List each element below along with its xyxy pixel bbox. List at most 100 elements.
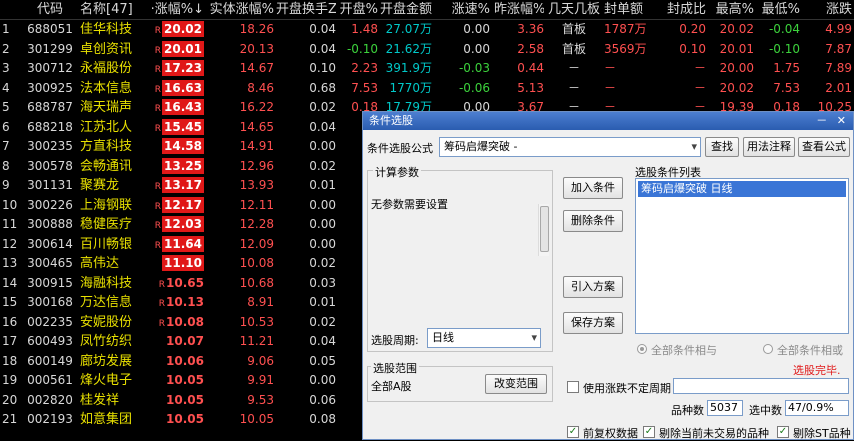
variable-period-checkbox[interactable] [567, 381, 579, 393]
header-seal-ratio[interactable]: 封成比 [658, 0, 706, 19]
stock-name-cell: 如意集团 [80, 412, 133, 427]
find-button[interactable]: 查找 [705, 137, 739, 157]
yesterday-pct-cell: 0.44 [517, 61, 544, 75]
add-condition-button[interactable]: 加入条件 [563, 177, 623, 199]
header-code[interactable]: 代码 [24, 0, 76, 19]
header-change-pct[interactable]: ·涨幅%↓ [150, 0, 204, 19]
hit-label: 选中数 [749, 404, 782, 417]
header-speed[interactable]: 涨速% [434, 0, 490, 19]
change-range-button[interactable]: 改变范围 [485, 374, 547, 394]
stock-code-cell: 688051 [27, 22, 73, 36]
view-formula-button[interactable]: 查看公式 [798, 137, 850, 157]
table-row[interactable]: 2 301299 卓创资讯 R 20.01 20.13 0.04 -0.10 21.62万 0.0… [0, 40, 854, 59]
radio-or[interactable] [763, 344, 773, 354]
seal-ratio-cell: － [693, 80, 706, 95]
open-pct-cell: 1.48 [351, 22, 378, 36]
variable-period-input[interactable] [673, 378, 849, 394]
high-pct-cell: 20.02 [719, 22, 754, 36]
change-pct-value: 16.43 [162, 99, 204, 115]
save-scheme-button[interactable]: 保存方案 [563, 312, 623, 334]
period-select[interactable]: 日线 ▾ [427, 328, 541, 348]
stock-name-cell: 江苏北人 [80, 119, 133, 135]
row-index-cell: 4 [2, 80, 10, 95]
period-label: 选股周期: [371, 334, 419, 347]
window-controls-icon[interactable]: － ✕ [816, 112, 849, 130]
row-index-cell: 14 [2, 275, 18, 290]
row-index-cell: 1 [2, 22, 10, 36]
radio-and-label: 全部条件相与 [651, 344, 717, 357]
stock-name-cell: 万达信息 [80, 295, 133, 310]
body-pct-cell: 13.93 [239, 178, 274, 192]
change-pct-cell: 10.07 [150, 332, 204, 351]
table-row[interactable]: 4 300925 法本信息 R 16.63 8.46 0.68 7.53 1770万 -0.06 5… [0, 79, 854, 98]
stock-name-cell: 上海钢联 [80, 197, 133, 213]
row-index-cell: 5 [2, 100, 10, 114]
margin-trade-icon: R [154, 45, 162, 56]
body-pct-cell: 12.11 [239, 197, 274, 212]
header-name[interactable]: 名称[47] [80, 0, 146, 19]
remove-st-checkbox[interactable]: ✓ [777, 426, 789, 438]
open-turnover-cell: 0.00 [309, 236, 336, 251]
open-turnover-cell: 0.10 [309, 61, 336, 75]
change-pct-value: 10.65 [166, 275, 204, 290]
remove-untraded-checkbox[interactable]: ✓ [643, 426, 655, 438]
change-pct-cell: R 15.45 [150, 118, 204, 137]
row-index-cell: 15 [2, 295, 18, 309]
condition-list-item[interactable]: 筹码启爆突破 日线 [638, 181, 846, 197]
open-amount-cell: 27.07万 [385, 22, 432, 36]
condition-list[interactable]: 筹码启爆突破 日线 [635, 178, 849, 334]
prev-adjust-checkbox[interactable]: ✓ [567, 426, 579, 438]
change-pct-value: 10.13 [166, 295, 204, 309]
body-pct-cell: 11.21 [239, 334, 274, 348]
row-index-cell: 9 [2, 178, 10, 192]
body-pct-cell: 9.06 [247, 353, 274, 368]
formula-label: 条件选股公式 [367, 142, 433, 155]
header-open-amount[interactable]: 开盘金额 [380, 0, 432, 19]
row-index-cell: 17 [2, 334, 18, 348]
table-row[interactable]: 1 688051 佳华科技 R 20.02 18.26 0.04 1.48 27.07万 0.00… [0, 20, 854, 39]
row-index-cell: 20 [2, 392, 18, 407]
open-turnover-cell: 0.02 [309, 158, 336, 173]
change-pct-value: 20.01 [162, 40, 204, 57]
row-index-cell: 18 [2, 353, 18, 368]
board-days-cell: 首板 [561, 22, 586, 36]
row-index-cell: 3 [2, 61, 10, 75]
row-index-cell: 7 [2, 139, 10, 153]
stock-code-cell: 300578 [27, 158, 73, 173]
low-pct-cell: -0.10 [768, 41, 800, 56]
header-open-pct[interactable]: 开盘% [338, 0, 378, 19]
header-body-pct[interactable]: 实体涨幅% [206, 0, 274, 19]
high-pct-cell: 20.02 [719, 80, 754, 95]
header-index[interactable] [0, 0, 24, 19]
margin-trade-icon: R [154, 65, 162, 75]
row-index-cell: 10 [2, 197, 18, 212]
stock-name-cell: 廊坊发展 [80, 353, 133, 369]
stock-code-cell: 300915 [27, 275, 73, 290]
stock-code-cell: 000561 [27, 373, 73, 387]
count-label: 品种数 [671, 404, 704, 417]
params-scrollbar[interactable] [538, 204, 549, 256]
scrollbar-thumb[interactable] [540, 206, 549, 252]
change-pct-cell: R 12.17 [150, 196, 204, 215]
header-yesterday-pct[interactable]: 昨涨幅% [494, 0, 544, 19]
stock-name-cell: 安妮股份 [80, 314, 133, 330]
usage-notes-button[interactable]: 用法注释 [743, 137, 795, 157]
stock-name-cell: 烽火电子 [80, 373, 133, 388]
body-pct-cell: 14.65 [239, 119, 274, 134]
header-low-pct[interactable]: 最低% [756, 0, 800, 19]
change-pct-value: 17.23 [162, 60, 204, 76]
formula-select[interactable]: 筹码启爆突破 - ▾ [439, 137, 701, 157]
radio-and[interactable] [637, 344, 647, 354]
body-pct-cell: 10.08 [239, 256, 274, 270]
header-board-days[interactable]: 几天几板 [546, 0, 602, 19]
import-scheme-button[interactable]: 引入方案 [563, 276, 623, 298]
header-high-pct[interactable]: 最高% [708, 0, 754, 19]
header-change[interactable]: 涨跌 [802, 0, 852, 19]
dialog-title[interactable]: 条件选股 [363, 112, 853, 130]
header-open-turnover[interactable]: 开盘换手Z [276, 0, 336, 19]
header-seal-amount[interactable]: 封单额 [604, 0, 656, 19]
stock-name-cell: 永福股份 [80, 61, 133, 76]
table-row[interactable]: 3 300712 永福股份 R 17.23 14.67 0.10 2.23 391.9万 -0.0… [0, 59, 854, 78]
delete-condition-button[interactable]: 删除条件 [563, 210, 623, 232]
stock-name-cell: 百川畅银 [80, 236, 133, 252]
